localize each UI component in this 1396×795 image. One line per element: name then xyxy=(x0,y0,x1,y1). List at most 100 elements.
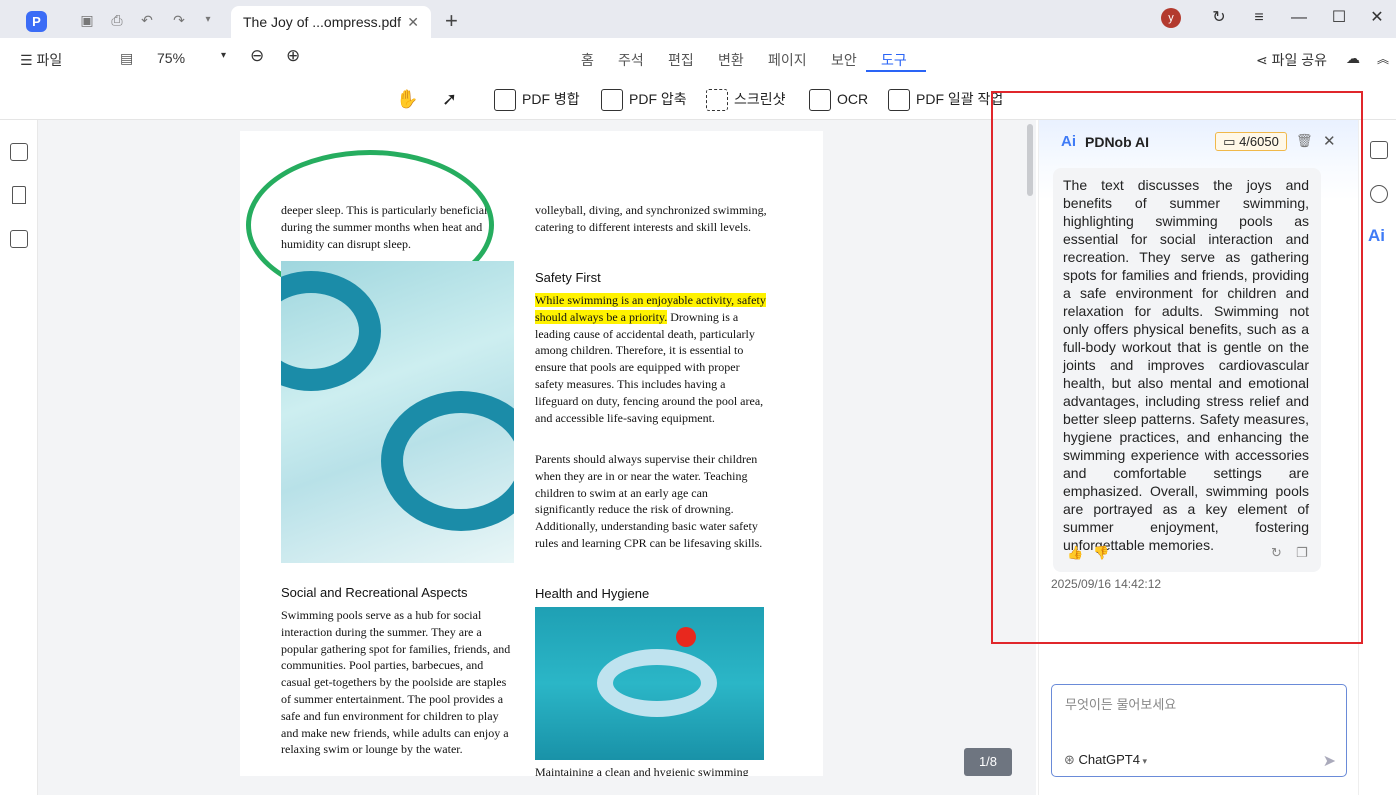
health-heading: Health and Hygiene xyxy=(535,586,650,601)
tab-tools[interactable]: 도구 xyxy=(881,50,907,70)
ai-panel-title: PDNob AI xyxy=(1085,134,1150,150)
close-tab-icon[interactable]: ✕ xyxy=(407,6,419,38)
zoom-out-icon[interactable]: ⊖ xyxy=(250,46,264,66)
avatar[interactable]: y xyxy=(1161,8,1181,28)
red-ball xyxy=(676,627,696,647)
document-tab-title: The Joy of ...ompress.pdf xyxy=(243,14,401,30)
chevron-down-icon: ▾ xyxy=(1139,756,1147,766)
model-name: ChatGPT4 xyxy=(1078,752,1140,767)
pool-photo-floats xyxy=(281,261,514,563)
tab-security[interactable]: 보안 xyxy=(831,50,857,70)
refresh-icon[interactable]: ↻ xyxy=(1209,8,1229,28)
merge-pdf-button[interactable]: PDF 병합 xyxy=(494,87,580,113)
quota-value: 4/6050 xyxy=(1239,134,1279,149)
file-menu-label: 파일 xyxy=(36,52,63,68)
batch-icon xyxy=(888,89,910,112)
page-indicator[interactable]: 1/8 xyxy=(964,748,1012,776)
comment-icon[interactable] xyxy=(10,230,28,248)
social-heading: Social and Recreational Aspects xyxy=(281,585,468,600)
response-timestamp: 2025/09/16 14:42:12 xyxy=(1051,577,1162,591)
quick-access-dropdown-icon[interactable]: ▾ xyxy=(199,12,217,28)
zoom-value: 75% xyxy=(157,50,186,66)
page-view-icon[interactable]: ▤ xyxy=(120,50,133,67)
left-sidebar xyxy=(0,120,38,795)
close-window-button[interactable]: ✕ xyxy=(1367,8,1387,28)
hand-tool-icon[interactable]: ✋ xyxy=(396,87,418,113)
regenerate-icon[interactable]: ↻ xyxy=(1271,545,1282,561)
search-icon[interactable] xyxy=(1370,185,1388,203)
chevron-down-icon: ▾ xyxy=(221,50,227,61)
screenshot-label: 스크린샷 xyxy=(734,91,786,107)
tab-home[interactable]: 홈 xyxy=(581,50,594,70)
collapse-ribbon-icon[interactable]: ︽ xyxy=(1377,50,1389,67)
social-paragraph: Swimming pools serve as a hub for social… xyxy=(281,608,511,757)
merge-pdf-label: PDF 병합 xyxy=(522,91,580,107)
scrollbar-thumb[interactable] xyxy=(1027,124,1033,196)
tab-convert[interactable]: 변환 xyxy=(718,50,744,70)
ocr-button[interactable]: OCR xyxy=(809,87,868,113)
undo-icon[interactable]: ↶ xyxy=(138,12,156,28)
zoom-select[interactable]: 75% ▾ xyxy=(157,50,226,66)
close-panel-icon[interactable]: ✕ xyxy=(1323,132,1336,150)
bookmark-icon[interactable] xyxy=(12,186,26,204)
ai-chat-input[interactable]: 무엇이든 물어보세요 ⊛ ChatGPT4 ▾ ➤ xyxy=(1051,684,1347,777)
share-file-button[interactable]: ⋖ 파일 공유 xyxy=(1256,50,1327,70)
tools-toolbar: ✋ ➚ PDF 병합 PDF 압축 스크린샷 OCR PDF 일괄 작업 xyxy=(0,78,1396,120)
clear-history-icon[interactable]: 🗑 xyxy=(1296,133,1313,149)
minimize-button[interactable]: — xyxy=(1289,8,1309,28)
parents-paragraph: Parents should always supervise their ch… xyxy=(535,452,763,550)
message-icon: ▭ xyxy=(1223,134,1240,149)
cloud-icon[interactable]: ☁ xyxy=(1346,50,1360,67)
compress-pdf-label: PDF 압축 xyxy=(629,91,687,107)
menu-bar: ☰ 파일 ▤ 75% ▾ ⊖ ⊕ 홈 주석 편집 변환 페이지 보안 도구 ⋖ 파… xyxy=(0,38,1396,78)
compress-pdf-button[interactable]: PDF 압축 xyxy=(601,87,687,113)
active-tab-indicator xyxy=(866,70,926,72)
tab-annotate[interactable]: 주석 xyxy=(618,50,644,70)
thumbs-down-icon[interactable]: 👎 xyxy=(1093,545,1109,561)
redo-icon[interactable]: ↷ xyxy=(170,12,188,28)
share-icon: ⋖ xyxy=(1256,52,1272,68)
float-ring xyxy=(597,649,717,717)
new-tab-button[interactable]: + xyxy=(445,8,458,34)
print-icon[interactable]: ⎙ xyxy=(108,12,126,28)
float-ring xyxy=(281,271,381,391)
send-icon[interactable]: ➤ xyxy=(1323,751,1336,771)
file-menu[interactable]: ☰ 파일 xyxy=(20,50,62,70)
ai-response-bubble: The text discusses the joys and benefits… xyxy=(1053,168,1321,572)
chat-input-placeholder: 무엇이든 물어보세요 xyxy=(1065,697,1177,712)
compress-icon xyxy=(601,89,623,112)
select-tool-icon[interactable]: ➚ xyxy=(442,87,457,113)
ai-logo-icon: Ai xyxy=(1061,133,1076,150)
ai-response-text: The text discusses the joys and benefits… xyxy=(1063,177,1309,553)
float-ring xyxy=(381,391,514,531)
save-icon[interactable]: ▣ xyxy=(78,12,96,28)
thumbs-up-icon[interactable]: 👍 xyxy=(1067,545,1083,561)
tab-edit[interactable]: 편집 xyxy=(668,50,694,70)
app-logo: P xyxy=(26,11,47,32)
screenshot-button[interactable]: 스크린샷 xyxy=(706,87,786,113)
document-tab[interactable]: The Joy of ...ompress.pdf ✕ xyxy=(231,6,431,38)
copy-icon[interactable]: ❐ xyxy=(1296,545,1308,561)
batch-pdf-button[interactable]: PDF 일괄 작업 xyxy=(888,87,1003,113)
properties-icon[interactable] xyxy=(1370,141,1388,159)
safety-heading: Safety First xyxy=(535,270,601,285)
thumbnail-icon[interactable] xyxy=(10,143,28,161)
hamburger-icon: ☰ xyxy=(20,52,37,68)
share-file-label: 파일 공유 xyxy=(1271,52,1328,68)
document-canvas: deeper sleep. This is particularly benef… xyxy=(38,120,1036,795)
title-bar: P ▣ ⎙ ↶ ↷ ▾ The Joy of ...ompress.pdf ✕ … xyxy=(0,0,1396,38)
openai-icon: ⊛ xyxy=(1064,752,1079,767)
right-sidebar: Ai xyxy=(1358,120,1396,795)
pdf-page: deeper sleep. This is particularly benef… xyxy=(240,131,823,776)
menu-icon[interactable]: ≡ xyxy=(1249,8,1269,28)
health-paragraph: Maintaining a clean and hygienic swimmin… xyxy=(535,765,749,776)
maximize-button[interactable]: ☐ xyxy=(1329,8,1349,28)
tab-page[interactable]: 페이지 xyxy=(768,50,807,70)
pool-photo-ring xyxy=(535,607,764,760)
model-select[interactable]: ⊛ ChatGPT4 ▾ xyxy=(1064,752,1147,768)
ai-panel: Ai PDNob AI ▭ 4/6050 🗑 ✕ The text discus… xyxy=(1038,120,1359,795)
ocr-icon xyxy=(809,89,831,112)
zoom-in-icon[interactable]: ⊕ xyxy=(286,46,300,66)
merge-icon xyxy=(494,89,516,112)
ai-assistant-icon[interactable]: Ai xyxy=(1368,226,1385,246)
